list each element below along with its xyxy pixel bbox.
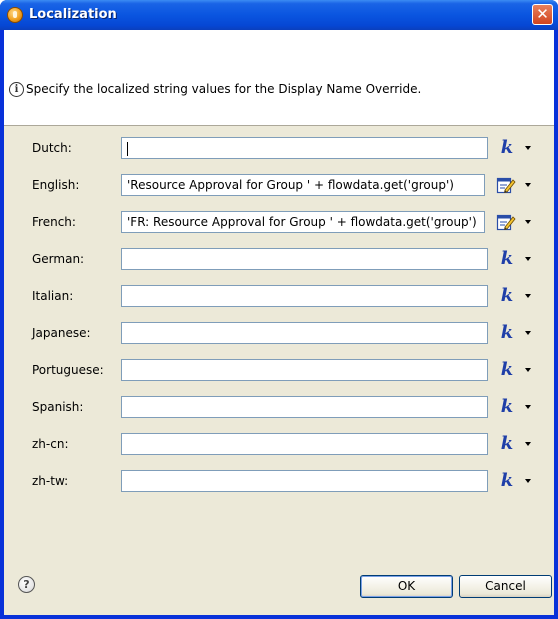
label-zh-cn: zh-cn: [32,437,69,451]
chevron-down-icon[interactable] [525,146,531,150]
info-message: Specify the localized string values for … [26,82,422,96]
label-italian: Italian: [32,289,74,303]
chevron-down-icon[interactable] [525,405,531,409]
chevron-down-icon[interactable] [525,479,531,483]
close-button[interactable]: ✕ [532,4,553,25]
field-german[interactable] [121,248,488,270]
localization-dialog: Localization ✕ i Specify the localized s… [0,0,558,619]
field-english[interactable]: 'Resource Approval for Group ' + flowdat… [121,174,485,196]
edit-expression-icon[interactable] [496,212,516,232]
field-value-english: 'Resource Approval for Group ' + flowdat… [127,178,454,192]
k-icon[interactable]: k [499,248,515,270]
label-german: German: [32,252,85,266]
chevron-down-icon[interactable] [525,368,531,372]
chevron-down-icon[interactable] [525,294,531,298]
label-zh-tw: zh-tw: [32,474,69,488]
label-dutch: Dutch: [32,141,72,155]
chevron-down-icon[interactable] [525,257,531,261]
title-bar[interactable]: Localization ✕ [0,0,558,30]
chevron-down-icon[interactable] [525,220,531,224]
info-icon: i [9,82,24,97]
edit-expression-icon[interactable] [496,175,516,195]
label-portuguese: Portuguese: [32,363,104,377]
k-icon[interactable]: k [499,137,515,159]
field-value-french: 'FR: Resource Approval for Group ' + flo… [127,215,477,229]
app-icon [7,7,23,23]
field-spanish[interactable] [121,396,488,418]
message-area: i Specify the localized string values fo… [4,30,554,126]
label-spanish: Spanish: [32,400,84,414]
k-icon[interactable]: k [499,470,515,492]
label-french: French: [32,215,76,229]
window-title: Localization [29,7,117,22]
field-zh-cn[interactable] [121,433,488,455]
ok-button[interactable]: OK [360,575,453,598]
text-caret [127,141,128,156]
label-english: English: [32,178,80,192]
k-icon[interactable]: k [499,396,515,418]
k-icon[interactable]: k [499,285,515,307]
help-icon[interactable]: ? [18,576,35,593]
field-italian[interactable] [121,285,488,307]
chevron-down-icon[interactable] [525,183,531,187]
field-portuguese[interactable] [121,359,488,381]
dialog-body: i Specify the localized string values fo… [4,30,554,615]
chevron-down-icon[interactable] [525,331,531,335]
cancel-button[interactable]: Cancel [459,575,552,598]
field-japanese[interactable] [121,322,488,344]
k-icon[interactable]: k [499,359,515,381]
field-zh-tw[interactable] [121,470,488,492]
label-japanese: Japanese: [32,326,91,340]
k-icon[interactable]: k [499,322,515,344]
field-french[interactable]: 'FR: Resource Approval for Group ' + flo… [121,211,485,233]
field-dutch[interactable] [121,137,488,159]
k-icon[interactable]: k [499,433,515,455]
chevron-down-icon[interactable] [525,442,531,446]
